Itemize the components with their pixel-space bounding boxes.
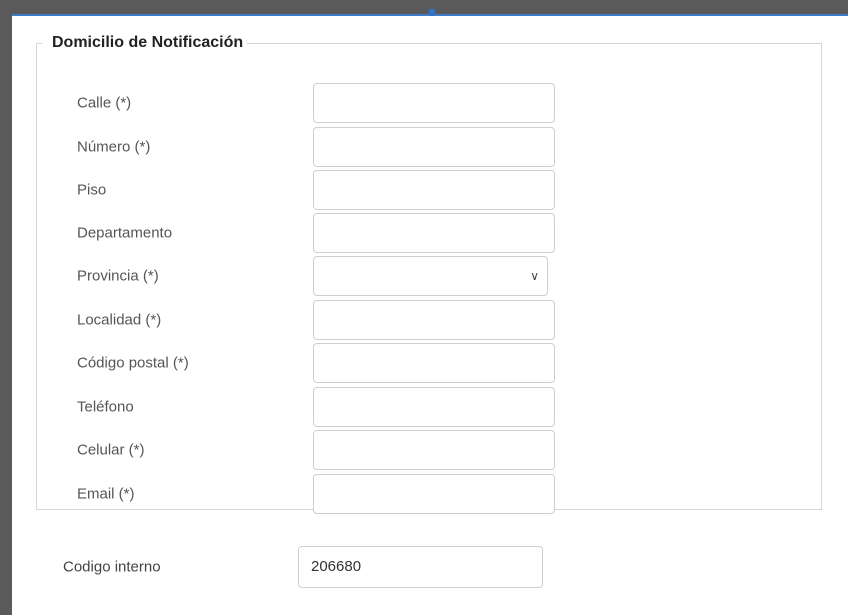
telefono-label: Teléfono xyxy=(77,398,134,416)
top-accent-marker xyxy=(429,9,435,16)
celular-input[interactable] xyxy=(313,430,555,470)
calle-label: Calle (*) xyxy=(77,94,132,112)
chevron-down-icon: ∨ xyxy=(530,269,539,283)
email-label: Email (*) xyxy=(77,485,135,503)
fieldset-legend: Domicilio de Notificación xyxy=(52,34,244,51)
provincia-select[interactable]: ∨ xyxy=(313,256,548,296)
codigo-interno-row: Codigo interno 206680 xyxy=(0,546,848,588)
form-row-numero: Número (*) xyxy=(37,127,821,167)
form-row-email: Email (*) xyxy=(37,474,821,514)
codigo-interno-input[interactable]: 206680 xyxy=(298,546,543,588)
form-row-telefono: Teléfono xyxy=(37,387,821,427)
celular-label: Celular (*) xyxy=(77,441,145,459)
provincia-label: Provincia (*) xyxy=(77,267,159,285)
numero-input[interactable] xyxy=(313,127,555,167)
localidad-label: Localidad (*) xyxy=(77,311,162,329)
codigo-interno-label: Codigo interno xyxy=(63,558,161,576)
calle-input[interactable] xyxy=(313,83,555,123)
form-row-calle: Calle (*) xyxy=(37,83,821,123)
form-row-provincia: Provincia (*) ∨ xyxy=(37,256,821,296)
domicilio-fieldset: Domicilio de Notificación Calle (*) Núme… xyxy=(36,34,822,514)
piso-label: Piso xyxy=(77,181,107,199)
form-row-codigo-postal: Código postal (*) xyxy=(37,343,821,383)
localidad-input[interactable] xyxy=(313,300,555,340)
left-frame-bar xyxy=(0,0,12,615)
codigo-postal-input[interactable] xyxy=(313,343,555,383)
codigo-postal-label: Código postal (*) xyxy=(77,354,189,372)
form-row-departamento: Departamento xyxy=(37,213,821,253)
piso-input[interactable] xyxy=(313,170,555,210)
top-frame-bar xyxy=(0,0,848,16)
departamento-label: Departamento xyxy=(77,224,173,242)
departamento-input[interactable] xyxy=(313,213,555,253)
email-input[interactable] xyxy=(313,474,555,514)
telefono-input[interactable] xyxy=(313,387,555,427)
form-row-celular: Celular (*) xyxy=(37,430,821,470)
form-row-piso: Piso xyxy=(37,170,821,210)
form-row-localidad: Localidad (*) xyxy=(37,300,821,340)
numero-label: Número (*) xyxy=(77,138,151,156)
